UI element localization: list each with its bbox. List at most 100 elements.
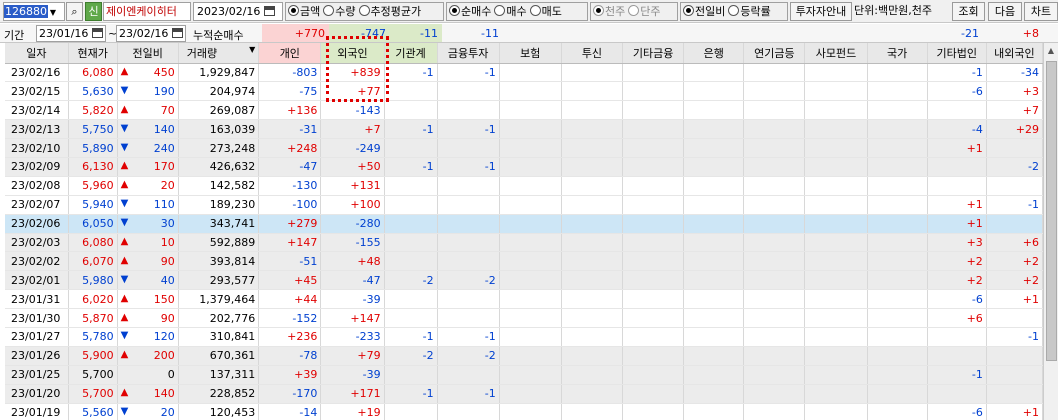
cell-private-fund [804, 63, 868, 83]
col-domestic-foreign[interactable]: 내외국인 [986, 43, 1044, 64]
table-row[interactable]: 23/01/27 5,780 ▼ 120 310,841 +236 -233 -1 -1 -1 [5, 327, 1044, 347]
trade-buy-option[interactable]: 매수 [494, 5, 527, 18]
col-trust[interactable]: 투신 [561, 43, 624, 64]
table-row[interactable]: 23/01/30 5,870 ▲ 90 202,776 -152 +147 +6 [5, 308, 1044, 328]
base-date-field[interactable]: 2023/02/16 [193, 2, 283, 21]
table-row[interactable]: 23/01/31 6,020 ▲ 150 1,379,464 +44 -39 -6 +1 [5, 289, 1044, 310]
col-bank[interactable]: 은행 [683, 43, 745, 64]
col-pension[interactable]: 연기금등 [743, 43, 806, 64]
calendar-icon[interactable] [263, 6, 275, 16]
col-price[interactable]: 현재가 [68, 43, 118, 64]
query-button[interactable]: 조회 [952, 2, 985, 21]
cell-trust [561, 403, 624, 420]
measure-qty-option[interactable]: 수량 [323, 5, 356, 18]
cell-vol: 426,632 [178, 157, 260, 177]
table-row[interactable]: 23/02/03 6,080 ▲ 10 592,889 +147 -155 +3 +6 [5, 233, 1044, 253]
cell-pension [743, 365, 806, 385]
cell-ind: -803 [258, 63, 322, 83]
cell-pension [743, 119, 806, 140]
table-row[interactable]: 23/02/09 6,130 ▲ 170 426,632 -47 +50 -1 -1 -2 [5, 157, 1044, 177]
col-other-finance[interactable]: 기타금융 [622, 43, 685, 64]
cell-frn: +7 [320, 119, 385, 140]
cell-ind: -14 [258, 403, 322, 420]
trade-net-option[interactable]: 순매수 [449, 5, 491, 18]
col-insurance[interactable]: 보험 [499, 43, 562, 64]
col-date[interactable]: 일자 [5, 43, 69, 64]
table-row[interactable]: 23/01/26 5,900 ▲ 200 670,361 -78 +79 -2 -2 [5, 346, 1044, 366]
cell-private-fund [804, 365, 868, 385]
col-foreign[interactable]: 외국인 [320, 43, 385, 64]
cell-date: 23/01/25 [5, 365, 69, 385]
cell-private-fund [804, 308, 868, 328]
table-row[interactable]: 23/01/20 5,700 ▲ 140 228,852 -170 +171 -1 -1 [5, 384, 1044, 404]
cell-inst: -1 [384, 63, 438, 83]
measure-amount-option[interactable]: 금액 [288, 5, 320, 18]
trade-radio-group[interactable]: 순매수 매수 매도 [446, 2, 588, 21]
col-institution[interactable]: 기관계 [384, 43, 438, 64]
scroll-thumb[interactable] [1046, 61, 1057, 361]
col-individual[interactable]: 개인 [258, 43, 322, 64]
table-row[interactable]: 23/02/15 5,630 ▼ 190 204,974 -75 +77 -6 +3 [5, 81, 1044, 102]
col-change[interactable]: 전일비 [117, 43, 179, 64]
table-row[interactable]: 23/02/08 5,960 ▲ 20 142,582 -130 +131 [5, 176, 1044, 196]
cell-inst [384, 195, 438, 215]
table-row[interactable]: 23/02/13 5,750 ▼ 140 163,039 -31 +7 -1 -1 -4 +29 [5, 119, 1044, 140]
cell-other-corp: -6 [927, 81, 987, 102]
next-button[interactable]: 다음 [988, 2, 1022, 21]
cell-domestic-foreign: -1 [986, 195, 1044, 215]
col-private-fund[interactable]: 사모펀드 [804, 43, 868, 64]
cell-nation [867, 327, 928, 347]
cell-trust [561, 157, 624, 177]
compare-prevday-option[interactable]: 전일비 [683, 5, 725, 18]
calendar-icon[interactable] [171, 28, 183, 38]
table-row[interactable]: 23/02/07 5,940 ▼ 110 189,230 -100 +100 +1 -1 [5, 195, 1044, 215]
investor-guide-button[interactable]: 투자자안내 [790, 2, 852, 21]
cell-vol: 293,577 [178, 270, 260, 291]
measure-avgprice-option[interactable]: 추정평균가 [358, 5, 421, 18]
cell-trust [561, 346, 624, 366]
table-row[interactable]: 23/02/01 5,980 ▼ 40 293,577 +45 -47 -2 -2 +2 +2 [5, 270, 1044, 291]
vertical-scrollbar[interactable]: ▲ [1043, 43, 1058, 420]
scroll-up-icon[interactable]: ▲ [1044, 43, 1058, 59]
chart-button[interactable]: 차트 [1024, 2, 1058, 21]
stock-code-field[interactable]: 126880 ▼ [3, 2, 65, 21]
arrow-up-icon: ▲ [120, 179, 129, 191]
col-volume[interactable]: 거래량 ▼ [178, 43, 260, 64]
cell-bank [683, 270, 745, 291]
period-from-field[interactable]: 23/01/16 [36, 25, 106, 42]
cell-insurance [499, 63, 562, 83]
table-row[interactable]: 23/02/10 5,890 ▼ 240 273,248 +248 -249 +1 [5, 138, 1044, 158]
cell-trust [561, 100, 624, 121]
dropdown-arrow-icon[interactable]: ▼ [249, 45, 255, 54]
measure-radio-group[interactable]: 금액 수량 추정평균가 [285, 2, 444, 21]
table-row[interactable]: 23/02/16 6,080 ▲ 450 1,929,847 -803 +839 -1 -1 -1… [5, 63, 1044, 83]
trade-sell-option[interactable]: 매도 [529, 5, 562, 18]
table-row[interactable]: 23/01/25 5,700 0 137,311 +39 -39 -1 [5, 365, 1044, 385]
cell-insurance [499, 214, 562, 234]
cell-nation [867, 308, 928, 328]
compare-radio-group[interactable]: 전일비 등락률 [680, 2, 788, 21]
col-other-corp[interactable]: 기타법인 [927, 43, 987, 64]
compare-rate-option[interactable]: 등락률 [728, 5, 771, 18]
table-row[interactable]: 23/02/14 5,820 ▲ 70 269,087 +136 -143 +7 [5, 100, 1044, 121]
table-row[interactable]: 23/01/19 5,560 ▼ 20 120,453 -14 +19 -6 +1 [5, 403, 1044, 420]
arrow-down-icon: ▼ [120, 198, 129, 210]
cell-insurance [499, 81, 562, 102]
col-financial[interactable]: 금융투자 [437, 43, 500, 64]
cell-vol: 1,379,464 [178, 289, 260, 310]
cell-date: 23/02/15 [5, 81, 69, 102]
cell-frn: -280 [320, 214, 385, 234]
cell-bank [683, 81, 745, 102]
cell-insurance [499, 346, 562, 366]
table-row[interactable]: 23/02/02 6,070 ▲ 90 393,814 -51 +48 +2 +2 [5, 251, 1044, 272]
magnifier-icon[interactable]: ⌕ [66, 2, 83, 21]
cell-vol: 269,087 [178, 100, 260, 121]
period-to-field[interactable]: 23/02/16 [116, 25, 186, 42]
calendar-icon[interactable] [91, 28, 103, 38]
dropdown-arrow-icon[interactable]: ▼ [48, 4, 58, 20]
cell-fin [437, 138, 500, 158]
cell-private-fund [804, 157, 868, 177]
table-row[interactable]: 23/02/06 6,050 ▼ 30 343,741 +279 -280 +1 [5, 214, 1044, 234]
col-nation[interactable]: 국가 [867, 43, 928, 64]
cell-domestic-foreign: +7 [986, 100, 1044, 121]
